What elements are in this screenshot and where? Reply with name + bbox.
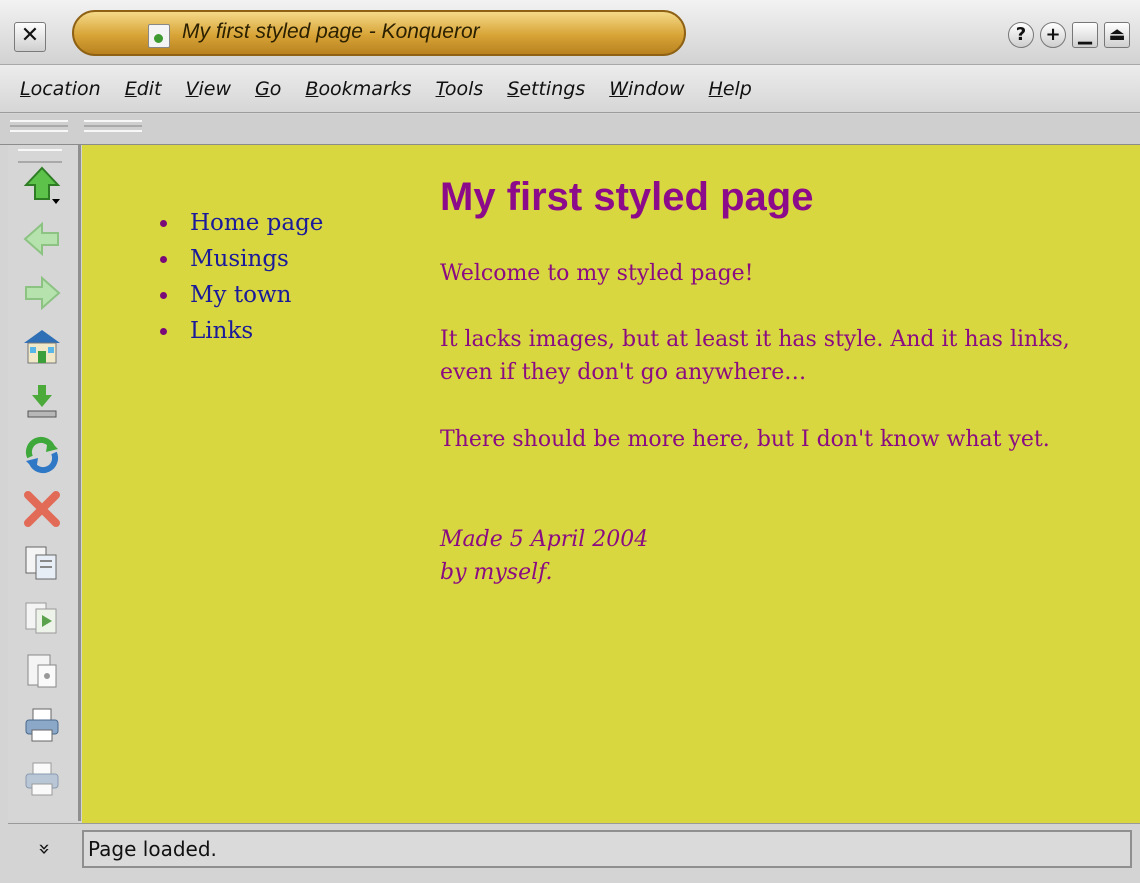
- close-window-button[interactable]: ✕: [14, 22, 46, 52]
- toolbar-handle[interactable]: [84, 120, 142, 132]
- menu-settings[interactable]: Settings: [507, 78, 585, 100]
- nav-link-musings[interactable]: Musings: [190, 246, 289, 272]
- window-title-pill[interactable]: My first styled page - Konqueror: [72, 10, 686, 56]
- nav-link-links[interactable]: Links: [190, 318, 253, 344]
- status-bar: » Page loaded.: [8, 823, 1140, 874]
- menu-mnemonic: V: [185, 77, 199, 100]
- menu-go[interactable]: Go: [255, 78, 281, 100]
- menu-location[interactable]: Location: [20, 78, 101, 100]
- menu-mnemonic: T: [435, 77, 445, 100]
- page-heading: My first styled page: [440, 175, 814, 219]
- menu-edit[interactable]: Edit: [125, 78, 162, 100]
- menu-help[interactable]: Help: [709, 78, 752, 100]
- print-frame-icon: [25, 762, 59, 796]
- toolbar-expand-button[interactable]: »: [16, 830, 74, 868]
- nav-link-home[interactable]: Home page: [190, 210, 323, 236]
- chevron-down-icon: »: [33, 842, 57, 856]
- home-button[interactable]: [22, 327, 62, 367]
- window-buttons: ? + ▁ ⏏: [1008, 22, 1130, 48]
- more-paragraph: There should be more here, but I don't k…: [440, 427, 1050, 452]
- menu-label: o: [269, 77, 282, 100]
- menu-bar: Location Edit View Go Bookmarks Tools Se…: [0, 65, 1140, 113]
- menu-mnemonic: W: [609, 77, 628, 100]
- minimize-button[interactable]: ▁: [1072, 22, 1098, 48]
- title-bar[interactable]: ✕ My first styled page - Konqueror ? + ▁…: [0, 0, 1140, 65]
- menu-mnemonic: H: [708, 77, 723, 100]
- sticky-icon: +: [1045, 24, 1061, 45]
- maximize-icon: ⏏: [1108, 24, 1126, 45]
- copy-button[interactable]: [22, 597, 62, 637]
- home-icon: [24, 330, 60, 364]
- menu-label: ools: [444, 77, 484, 100]
- menu-label: indow: [628, 77, 685, 100]
- list-item: Links: [159, 313, 323, 349]
- page-viewport[interactable]: Home page Musings My town Links My first…: [82, 145, 1140, 824]
- menu-view[interactable]: View: [186, 78, 232, 100]
- menu-mnemonic: B: [305, 77, 319, 100]
- help-button[interactable]: ?: [1008, 22, 1034, 48]
- paste-icon: [27, 654, 57, 688]
- back-button[interactable]: [22, 219, 62, 259]
- menu-mnemonic: S: [507, 77, 520, 100]
- toolbar-handle[interactable]: [10, 120, 68, 132]
- reload-icon: [25, 436, 59, 474]
- print-icon: [25, 708, 59, 742]
- nav-link-my-town[interactable]: My town: [190, 282, 291, 308]
- menu-mnemonic: E: [124, 77, 137, 100]
- vertical-toolbar: [8, 145, 81, 821]
- help-icon: ?: [1015, 24, 1027, 45]
- welcome-paragraph: Welcome to my styled page!: [440, 261, 754, 286]
- menu-mnemonic: G: [255, 77, 270, 100]
- collapsed-toolbars: [0, 114, 1140, 145]
- stop-icon: [24, 491, 60, 527]
- menu-label: ocation: [30, 77, 101, 100]
- toolbar-handle[interactable]: [18, 149, 62, 163]
- list-item: Musings: [159, 241, 323, 277]
- maximize-button[interactable]: ⏏: [1104, 22, 1130, 48]
- up-icon: [23, 166, 61, 204]
- menu-mnemonic: L: [20, 77, 31, 100]
- forward-button[interactable]: [22, 273, 62, 313]
- paste-button[interactable]: [22, 651, 62, 691]
- status-text: Page loaded.: [82, 830, 1132, 868]
- list-item: My town: [159, 277, 323, 313]
- print-button[interactable]: [22, 705, 62, 745]
- menu-tools[interactable]: Tools: [436, 78, 484, 100]
- download-button[interactable]: [22, 381, 62, 421]
- menu-bookmarks[interactable]: Bookmarks: [305, 78, 411, 100]
- signature-author: by myself.: [440, 560, 553, 585]
- signature-date: Made 5 April 2004: [440, 527, 649, 552]
- back-icon: [23, 221, 59, 257]
- close-icon: ✕: [20, 23, 40, 48]
- forward-icon: [25, 275, 61, 311]
- window-title: My first styled page - Konqueror: [182, 20, 480, 43]
- signature: Made 5 April 2004 by myself.: [440, 523, 1120, 589]
- menu-label: elp: [722, 77, 752, 100]
- document-icon: [148, 24, 170, 48]
- reload-button[interactable]: [22, 435, 62, 475]
- list-item: Home page: [159, 205, 323, 241]
- sticky-button[interactable]: +: [1040, 22, 1066, 48]
- minimize-icon: ▁: [1078, 24, 1092, 45]
- download-icon: [27, 385, 57, 418]
- cut-icon: [25, 546, 57, 580]
- cut-button[interactable]: [22, 543, 62, 583]
- menu-window[interactable]: Window: [609, 78, 684, 100]
- up-button[interactable]: [22, 165, 62, 205]
- copy-icon: [25, 602, 57, 634]
- print-frame-button[interactable]: [22, 759, 62, 799]
- menu-label: iew: [198, 77, 232, 100]
- menu-label: ettings: [519, 77, 586, 100]
- nav-list: Home page Musings My town Links: [159, 205, 323, 349]
- menu-label: ookmarks: [318, 77, 412, 100]
- menu-label: dit: [136, 77, 162, 100]
- style-paragraph: It lacks images, but at least it has sty…: [440, 327, 1070, 385]
- stop-button[interactable]: [22, 489, 62, 529]
